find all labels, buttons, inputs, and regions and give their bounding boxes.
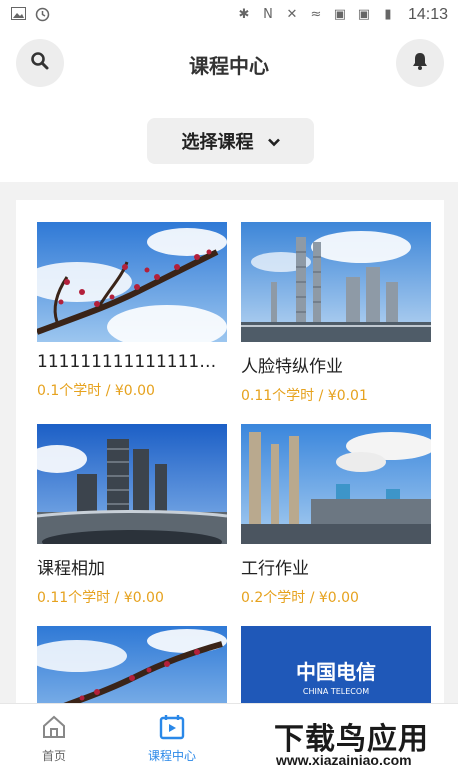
course-card[interactable]: 工行作业 0.2个学时 / ¥0.00 [241,424,431,607]
course-card[interactable]: 中国电信 CHINA TELECOM [241,626,431,703]
home-icon [41,715,67,743]
course-meta: 0.11个学时 / ¥0.01 [241,388,368,404]
course-card[interactable]: 人脸特纵作业 0.11个学时 / ¥0.01 [241,222,431,405]
course-card[interactable] [37,626,227,703]
calendar-play-icon [159,715,185,743]
nav-label-home: 首页 [41,749,66,763]
course-meta: 0.2个学时 / ¥0.00 [241,590,359,606]
chevron-down-icon [267,131,280,152]
timer-icon [34,7,50,23]
nav-item-course-center[interactable]: 课程中心 [132,714,212,764]
nav-label-course-center: 课程中心 [147,749,196,763]
course-thumbnail-telecom: 中国电信 CHINA TELECOM [241,626,431,703]
watermark: 下载鸟应用 www.xiazainiao.com [270,710,455,772]
course-title: 工行作业 [241,559,309,579]
course-thumbnail-plum [37,222,227,342]
sim1-icon: ▣ [333,7,347,22]
course-thumbnail-chimneys [241,424,431,544]
wifi-icon: ≈ [310,7,322,22]
course-title: 课程相加 [37,559,105,579]
course-meta: 0.11个学时 / ¥0.00 [37,590,164,606]
china-telecom-logo: 中国电信 [296,660,376,684]
course-thumbnail-plum [37,626,227,703]
course-thumbnail-refinery [241,222,431,342]
select-course-dropdown[interactable]: 选择课程 [147,118,314,164]
course-meta: 0.1个学时 / ¥0.00 [37,383,155,399]
sim2-icon: ▣ [357,7,371,22]
course-title: 人脸特纵作业 [241,357,343,377]
course-thumbnail-factory [37,424,227,544]
course-card[interactable]: 11111111111111111... 0.1个学时 / ¥0.00 [37,222,227,400]
status-time: 14:13 [407,6,448,23]
china-telecom-sub: CHINA TELECOM [302,687,370,696]
watermark-sub: www.xiazainiao.com [276,752,412,768]
nav-item-home[interactable]: 首页 [14,714,94,764]
course-title: 11111111111111111... [37,352,227,372]
bell-icon [410,51,430,75]
gallery-icon [10,7,26,23]
course-grid: 11111111111111111... 0.1个学时 / ¥0.00 人脸特纵… [16,200,444,703]
select-course-label: 选择课程 [181,132,254,153]
course-card[interactable]: 课程相加 0.11个学时 / ¥0.00 [37,424,227,607]
mute-icon: ✕ [286,7,298,22]
notification-button[interactable] [396,39,444,87]
status-bar: ✱ N ✕ ≈ ▣ ▣ ▮ 14:13 [0,0,458,30]
battery-icon: ▮ [384,7,392,22]
nfc-icon: N [263,7,273,22]
page-title: 课程中心 [189,54,269,78]
header: 课程中心 选择课程 [0,30,458,182]
bluetooth-icon: ✱ [238,7,250,22]
